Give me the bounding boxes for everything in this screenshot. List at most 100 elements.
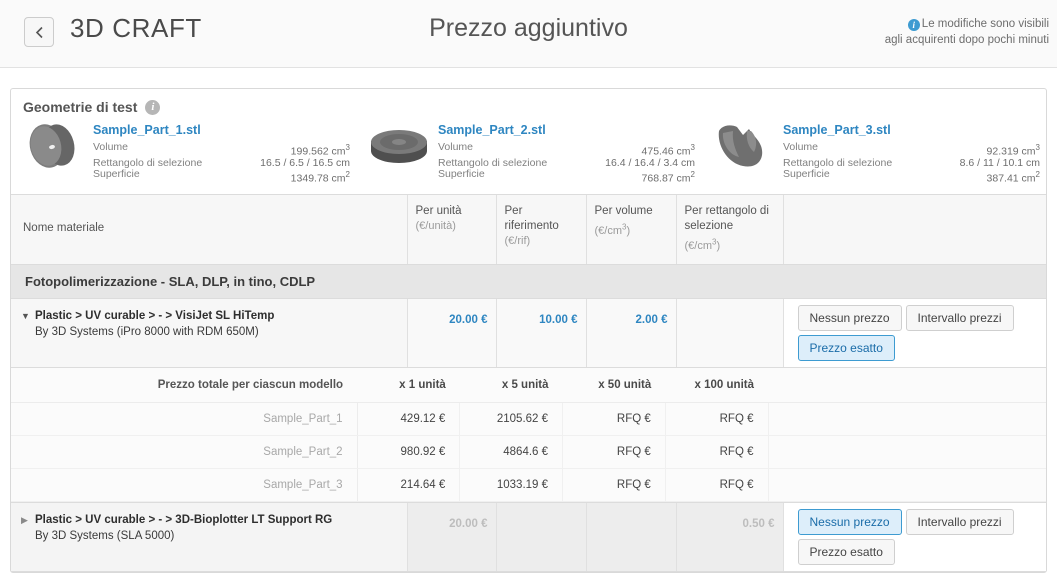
per-unit-price[interactable]: 20.00 €	[407, 298, 497, 368]
surface-value: 1349.78 cm2	[291, 169, 350, 185]
material-name-cell[interactable]: ▶ Plastic > UV curable > - > 3D-Bioplott…	[11, 502, 408, 572]
geometry-item: Sample_Part_2.stl Volume 475.46 cm3 Rett…	[356, 119, 701, 184]
caret-down-icon[interactable]: ▼	[21, 308, 35, 340]
per-unit-price[interactable]: 20.00 €	[407, 502, 497, 572]
volume-value: 199.562 cm3	[291, 142, 350, 158]
material-name-cell[interactable]: ▼ Plastic > UV curable > - > VisiJet SL …	[11, 298, 408, 368]
geometry-item: Sample_Part_1.stl Volume 199.562 cm3 Ret…	[11, 119, 356, 184]
exact-price-button[interactable]: Prezzo esatto	[797, 538, 895, 565]
part-volume-line: Volume 92.319 cm3	[783, 142, 1046, 158]
per-volume-price[interactable]: 2.00 €	[586, 298, 677, 368]
per-bounding-box-price[interactable]	[676, 298, 784, 368]
surface-label: Superficie	[438, 167, 485, 180]
no-price-button[interactable]: Nessun prezzo	[797, 508, 902, 535]
col-header-per-bounding-box-sub: (€/cm3)	[684, 237, 721, 252]
volume-exponent: 3	[690, 143, 695, 152]
col-header-per-volume-sub: (€/cm3)	[594, 222, 631, 237]
part-thumbnail-3[interactable]	[713, 119, 775, 174]
main-card: Geometrie di test i Sample_Part_1.stl Vo…	[10, 88, 1047, 573]
surface-exponent: 2	[1035, 169, 1040, 179]
material-group-row: Fotopolimerizzazione - SLA, DLP, in tino…	[11, 264, 1046, 299]
geometry-section-title: Geometrie di test	[23, 99, 138, 115]
surface-label: Superficie	[93, 167, 140, 180]
per-volume-price[interactable]	[586, 502, 677, 572]
part-name-link[interactable]: Sample_Part_2.stl	[438, 123, 701, 137]
detail-model-name: Sample_Part_1	[48, 402, 358, 436]
per-reference-price[interactable]	[496, 502, 587, 572]
surface-exponent: 2	[345, 169, 350, 179]
part-bbox-line: Rettangolo di selezione 16.4 / 16.4 / 3.…	[438, 157, 701, 169]
material-vendor: By 3D Systems (iPro 8000 with RDM 650M)	[35, 325, 259, 338]
app-header: 3D CRAFT Prezzo aggiuntivo i Le modifiche…	[0, 0, 1057, 68]
part-thumbnail-1[interactable]	[23, 119, 85, 174]
detail-header-row: Prezzo totale per ciascun modello x 1 un…	[11, 367, 1046, 403]
price-range-button[interactable]: Intervallo prezzi	[905, 508, 1014, 535]
surface-label: Superficie	[783, 167, 830, 180]
surface-number: 768.87 cm	[641, 172, 691, 184]
part-name-link[interactable]: Sample_Part_1.stl	[93, 123, 356, 137]
model-price-detail-table: Prezzo totale per ciascun modello x 1 un…	[11, 367, 1046, 502]
detail-price-3: RFQ €	[562, 435, 666, 469]
detail-price-4: RFQ €	[665, 402, 769, 436]
col-header-per-volume: Per volume (€/cm3)	[586, 195, 677, 265]
detail-row: Sample_Part_1 429.12 € 2105.62 € RFQ € R…	[11, 402, 1046, 436]
per-bounding-box-price[interactable]: 0.50 €	[676, 502, 784, 572]
detail-qty-header-3: x 50 unità	[562, 367, 666, 403]
col-header-per-reference-sub: (€/rif)	[504, 235, 531, 247]
volume-label: Volume	[438, 141, 474, 153]
detail-tail-cell	[768, 435, 1046, 469]
volume-value: 475.46 cm3	[642, 142, 695, 158]
detail-spacer-cell	[11, 468, 49, 502]
part-bbox-line: Rettangolo di selezione 8.6 / 11 / 10.1 …	[783, 156, 1046, 169]
surface-number: 1349.78 cm	[290, 172, 346, 184]
material-path: Plastic > UV curable > - > 3D-Bioplotter…	[35, 513, 333, 526]
price-table-header-row: Nome materiale Per unità (€/unità) Per r…	[11, 195, 1046, 265]
part-name-link[interactable]: Sample_Part_3.stl	[783, 123, 1046, 137]
pricing-mode-actions: Nessun prezzo Intervallo prezzi Prezzo e…	[783, 298, 1046, 368]
detail-tail	[768, 367, 1046, 403]
detail-spacer-cell	[11, 402, 49, 436]
notice-line-2: agli acquirenti dopo pochi minuti	[884, 34, 1049, 46]
detail-row: Sample_Part_3 214.64 € 1033.19 € RFQ € R…	[11, 468, 1046, 502]
col-header-per-unit: Per unità (€/unità)	[407, 195, 497, 265]
part-volume-line: Volume 475.46 cm3	[438, 142, 701, 158]
detail-price-4: RFQ €	[665, 435, 769, 469]
volume-number: 475.46 cm	[641, 145, 691, 158]
no-price-button[interactable]: Nessun prezzo	[797, 304, 902, 331]
bounding-box-value: 8.6 / 11 / 10.1 cm	[959, 156, 1040, 169]
detail-tail-cell	[768, 468, 1046, 502]
price-range-button[interactable]: Intervallo prezzi	[905, 304, 1014, 331]
col-header-per-unit-sub: (€/unità)	[415, 220, 456, 232]
part-bbox-line: Rettangolo di selezione 16.5 / 6.5 / 16.…	[93, 156, 356, 169]
geometry-item: Sample_Part_3.stl Volume 92.319 cm3 Rett…	[701, 119, 1046, 184]
detail-model-name: Sample_Part_3	[48, 468, 358, 502]
material-group-title: Fotopolimerizzazione - SLA, DLP, in tino…	[11, 264, 1046, 299]
geometry-list: Sample_Part_1.stl Volume 199.562 cm3 Ret…	[11, 117, 1046, 195]
table-row[interactable]: ▶ Plastic > UV curable > - > 3D-Bioplott…	[11, 502, 1046, 572]
caret-right-icon[interactable]: ▶	[21, 512, 35, 544]
detail-price-4: RFQ €	[665, 468, 769, 502]
surface-value: 387.41 cm2	[987, 169, 1040, 185]
part-surface-line: Superficie 1349.78 cm2	[93, 167, 356, 185]
col-header-per-reference: Per riferimento (€/rif)	[496, 195, 587, 265]
per-reference-price[interactable]: 10.00 €	[496, 298, 587, 368]
geometry-section-header: Geometrie di test i	[11, 89, 1046, 117]
part-thumbnail-2[interactable]	[368, 119, 430, 174]
detail-price-2: 2105.62 €	[459, 402, 564, 436]
bracket-part-icon	[718, 125, 763, 167]
material-path: Plastic > UV curable > - > VisiJet SL Hi…	[35, 309, 275, 322]
table-row[interactable]: ▼ Plastic > UV curable > - > VisiJet SL …	[11, 298, 1046, 368]
bounding-box-value: 16.5 / 6.5 / 16.5 cm	[260, 156, 350, 169]
detail-price-2: 4864.6 €	[459, 435, 564, 469]
col-header-material-name: Nome materiale	[11, 195, 408, 265]
detail-price-2: 1033.19 €	[459, 468, 564, 502]
volume-number: 92.319 cm	[986, 145, 1036, 158]
info-icon: i	[907, 19, 920, 31]
detail-price-3: RFQ €	[562, 468, 666, 502]
col-header-actions	[783, 195, 1046, 265]
pricing-mode-actions: Nessun prezzo Intervallo prezzi Prezzo e…	[783, 502, 1046, 572]
volume-label: Volume	[93, 141, 129, 153]
detail-qty-header-2: x 5 unità	[459, 367, 563, 403]
geometry-info-icon[interactable]: i	[145, 99, 161, 115]
exact-price-button[interactable]: Prezzo esatto	[797, 334, 895, 361]
